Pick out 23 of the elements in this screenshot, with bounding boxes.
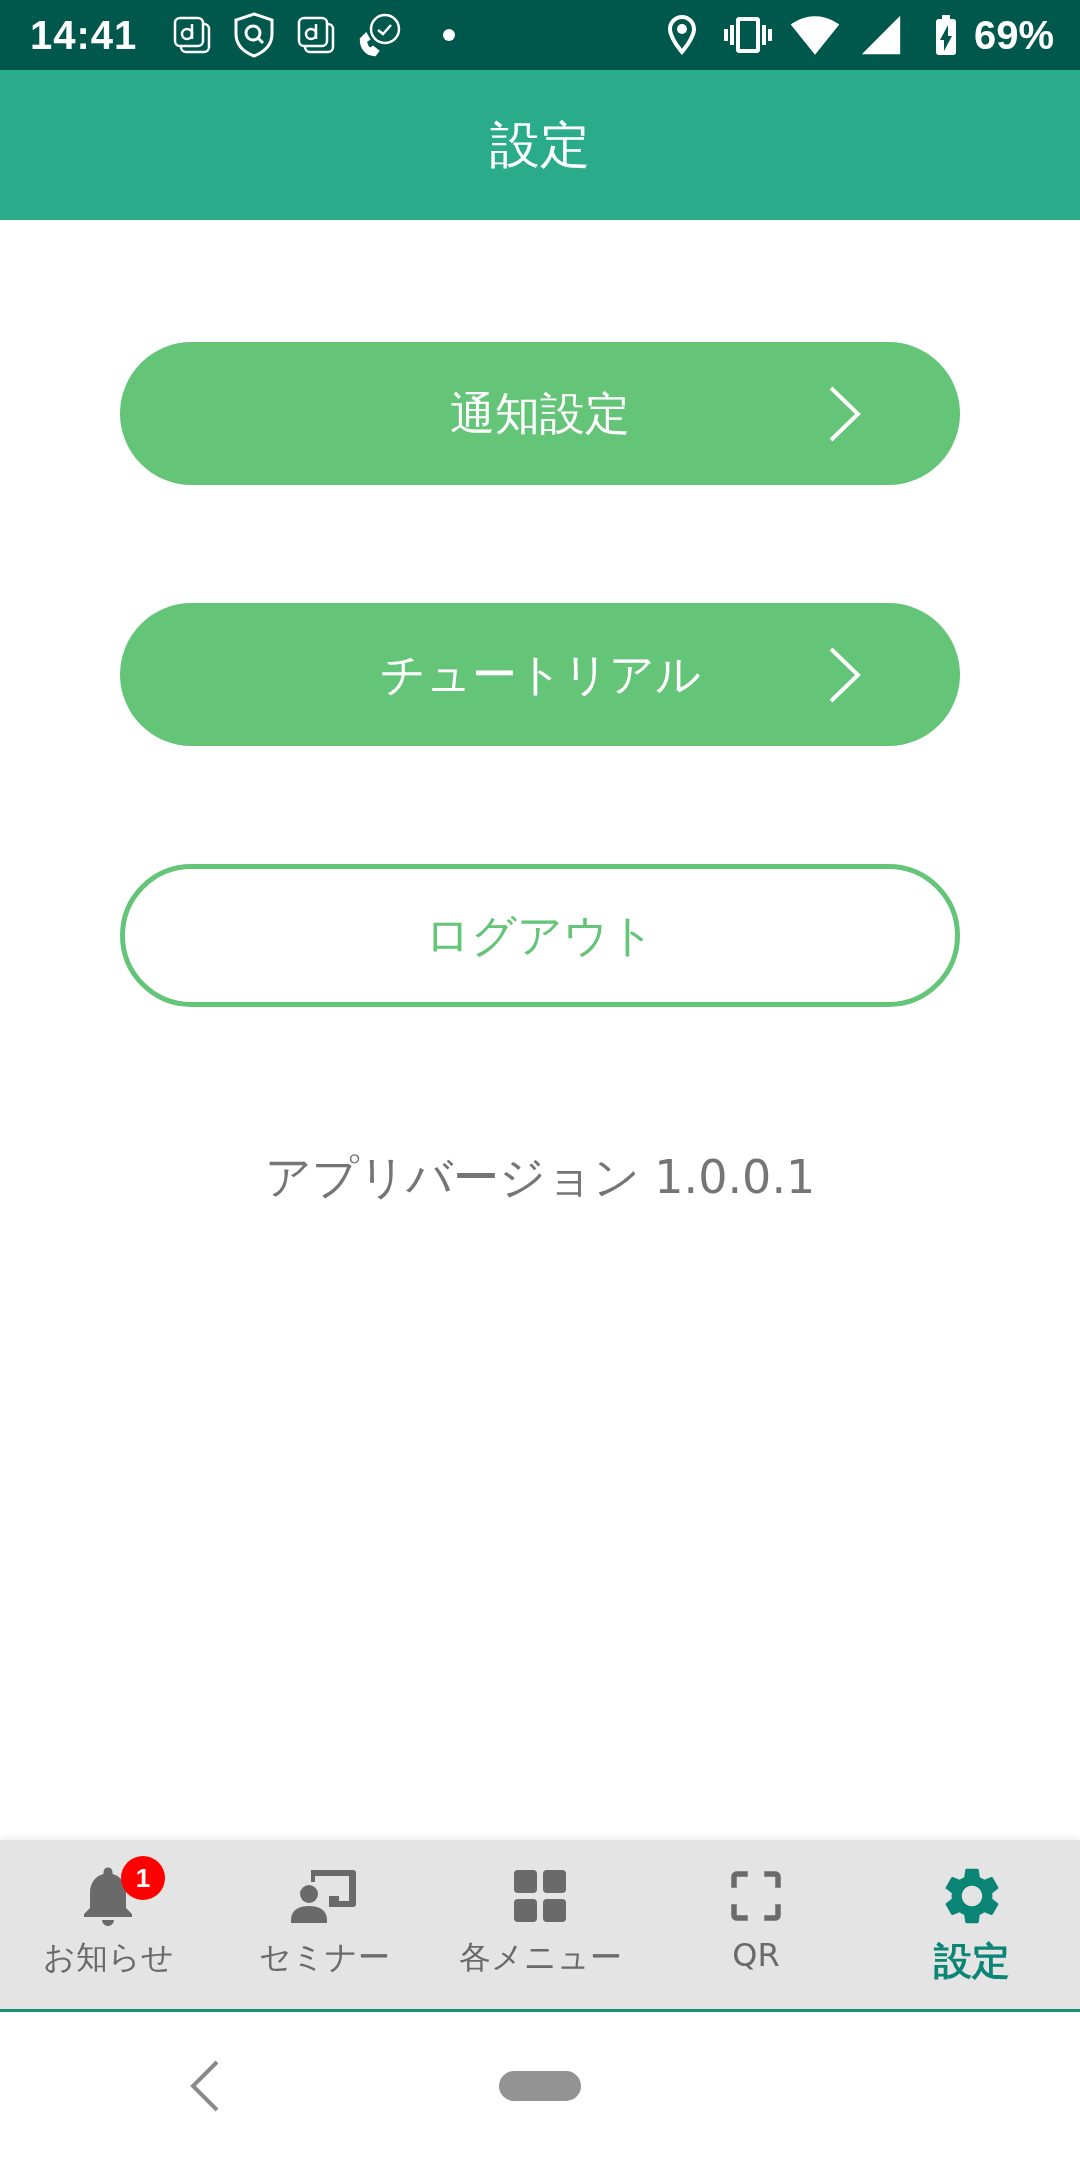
menu-button[interactable]: 通知設定 bbox=[120, 342, 960, 485]
app-version-text: アプリバージョン 1.0.0.1 bbox=[263, 1149, 817, 1206]
tab-item[interactable]: 各メニュー bbox=[432, 1840, 648, 2009]
tab-item[interactable]: 1 お知らせ bbox=[0, 1840, 216, 2009]
grid-icon bbox=[514, 1870, 566, 1922]
chevron-right-icon bbox=[828, 646, 862, 703]
shield-search-icon bbox=[233, 12, 276, 58]
app-notification-icon bbox=[173, 16, 212, 54]
tab-item[interactable]: QR bbox=[648, 1840, 864, 2009]
back-icon[interactable] bbox=[190, 2060, 220, 2112]
menu-button[interactable]: ログアウト bbox=[120, 864, 960, 1007]
dot-icon bbox=[443, 29, 456, 41]
status-time: 14:41 bbox=[30, 12, 138, 58]
tab-item[interactable]: セミナー bbox=[216, 1840, 432, 2009]
chevron-right-icon bbox=[828, 385, 862, 442]
menu-button[interactable]: チュートリアル bbox=[120, 603, 960, 746]
header-title: 設定 bbox=[490, 114, 590, 176]
app-notification-icon bbox=[297, 16, 336, 54]
tab-item[interactable]: 設定 bbox=[864, 1840, 1080, 2009]
home-handle[interactable] bbox=[499, 2071, 581, 2101]
presenter-icon bbox=[291, 1868, 357, 1924]
notification-badge: 1 bbox=[121, 1856, 165, 1900]
battery-percent: 69% bbox=[973, 12, 1054, 58]
